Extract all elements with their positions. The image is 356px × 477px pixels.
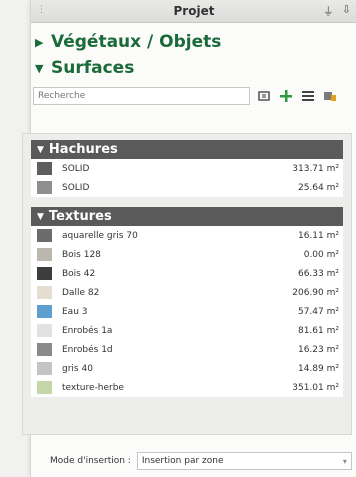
item-label: Dalle 82 <box>62 287 100 298</box>
item-area: 25.64 m² <box>297 182 339 193</box>
swatch-icon <box>37 305 52 318</box>
swatch-icon <box>37 286 52 299</box>
list-item[interactable]: Enrobés 1d 16.23 m² <box>31 340 343 359</box>
swatch-icon <box>37 381 52 394</box>
list-item[interactable]: texture-herbe 351.01 m² <box>31 378 343 397</box>
item-area: 313.71 m² <box>292 163 339 174</box>
list-item[interactable]: SOLID 25.64 m² <box>31 178 343 197</box>
section-vegetaux-label: Végétaux / Objets <box>51 32 222 52</box>
item-area: 351.01 m² <box>292 382 339 393</box>
add-button[interactable] <box>278 88 294 104</box>
item-area: 16.11 m² <box>297 230 339 241</box>
chevron-down-icon: ▼ <box>37 211 44 222</box>
item-label: Eau 3 <box>62 306 88 317</box>
list-menu-button[interactable] <box>300 88 316 104</box>
insertion-mode-select[interactable]: Insertion par zone ▾ <box>136 452 352 470</box>
section-vegetaux[interactable]: ▶ Végétaux / Objets <box>31 29 356 55</box>
item-label: SOLID <box>62 163 90 174</box>
chevron-right-icon: ▶ <box>35 35 44 49</box>
panel-title: Projet <box>173 4 215 18</box>
duplicate-icon <box>258 91 270 101</box>
item-area: 206.90 m² <box>292 287 339 298</box>
swatch-icon <box>37 248 52 261</box>
hachures-group: ▼ Hachures SOLID 313.71 m² SOLID 25.64 m² <box>31 140 343 197</box>
item-area: 66.33 m² <box>297 268 339 279</box>
item-label: Enrobés 1d <box>62 344 113 355</box>
section-surfaces-label: Surfaces <box>51 58 135 78</box>
search-input[interactable] <box>33 87 250 105</box>
swatch-icon <box>37 267 52 280</box>
dock-icon[interactable]: ⇩ <box>342 3 351 19</box>
swatch-icon <box>37 162 52 175</box>
list-item[interactable]: Enrobés 1a 81.61 m² <box>31 321 343 340</box>
insertion-mode-value: Insertion par zone <box>141 456 224 466</box>
list-item[interactable]: Bois 42 66.33 m² <box>31 264 343 283</box>
list-item[interactable]: SOLID 313.71 m² <box>31 159 343 178</box>
swatch-icon <box>37 362 52 375</box>
list-item[interactable]: Eau 3 57.47 m² <box>31 302 343 321</box>
textures-group: ▼ Textures aquarelle gris 70 16.11 m² Bois… <box>31 207 343 397</box>
item-label: gris 40 <box>62 363 93 374</box>
item-label: SOLID <box>62 182 90 193</box>
chevron-down-icon: ▼ <box>35 61 44 75</box>
hachures-header[interactable]: ▼ Hachures <box>31 140 343 159</box>
list-item[interactable]: aquarelle gris 70 16.11 m² <box>31 226 343 245</box>
item-area: 14.89 m² <box>297 363 339 374</box>
palette-icon <box>324 92 336 101</box>
item-area: 81.61 m² <box>297 325 339 336</box>
insertion-mode-label: Mode d'insertion : <box>50 456 131 466</box>
item-area: 0.00 m² <box>303 249 339 260</box>
list-item[interactable]: Dalle 82 206.90 m² <box>31 283 343 302</box>
section-surfaces[interactable]: ▼ Surfaces <box>31 55 356 81</box>
swatch-icon <box>37 181 52 194</box>
swatch-icon <box>37 324 52 337</box>
item-label: texture-herbe <box>62 382 124 393</box>
item-label: aquarelle gris 70 <box>62 230 138 241</box>
menu-icon <box>302 91 314 101</box>
chevron-down-icon: ▾ <box>342 456 347 466</box>
surfaces-list[interactable]: ▼ Hachures SOLID 313.71 m² SOLID 25.64 m² ▼… <box>22 133 352 435</box>
chevron-down-icon: ▼ <box>37 144 44 155</box>
list-item[interactable]: Bois 128 0.00 m² <box>31 245 343 264</box>
pin-icon[interactable]: ⏚ <box>323 3 334 19</box>
insertion-mode-bar: Mode d'insertion : Insertion par zone ▾ <box>30 448 356 474</box>
item-label: Bois 128 <box>62 249 101 260</box>
textures-title: Textures <box>48 209 112 224</box>
list-item[interactable]: gris 40 14.89 m² <box>31 359 343 378</box>
hachures-title: Hachures <box>48 142 118 157</box>
item-area: 16.23 m² <box>297 344 339 355</box>
swatch-icon <box>37 343 52 356</box>
duplicate-button[interactable] <box>256 88 272 104</box>
item-label: Bois 42 <box>62 268 96 279</box>
palette-button[interactable] <box>322 88 338 104</box>
panel-titlebar[interactable]: ⋮ Projet ⏚ ⇩ <box>31 0 356 23</box>
plus-icon <box>280 90 292 102</box>
item-label: Enrobés 1a <box>62 325 113 336</box>
textures-header[interactable]: ▼ Textures <box>31 207 343 226</box>
item-area: 57.47 m² <box>297 306 339 317</box>
swatch-icon <box>37 229 52 242</box>
